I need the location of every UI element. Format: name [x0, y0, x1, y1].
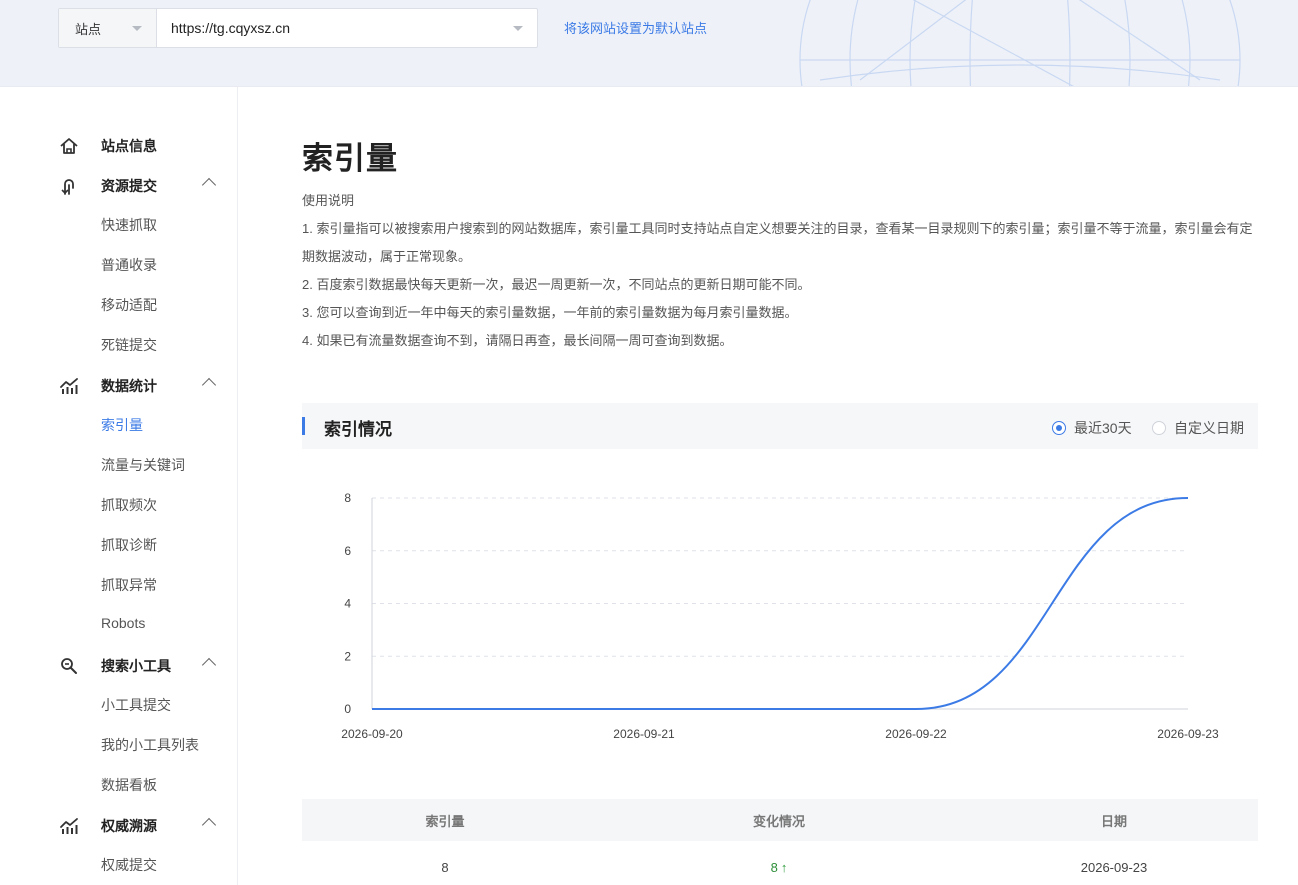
submit-icon — [58, 175, 80, 197]
radio-custom-date[interactable]: 自定义日期 — [1152, 418, 1244, 438]
chevron-up-icon[interactable] — [201, 657, 217, 673]
sidebar-item-data-board[interactable]: 数据看板 — [101, 775, 157, 795]
x-tick-label: 2026-09-20 — [341, 727, 403, 741]
site-url-value: https://tg.cqyxsz.cn — [171, 20, 291, 36]
column-header-change: 变化情况 — [752, 813, 805, 829]
sidebar-group-data-stats[interactable]: 数据统计 — [58, 374, 228, 398]
main-content: 索引量 使用说明 1. 索引量指可以被搜索用户搜索到的网站数据库，索引量工具同时… — [238, 87, 1298, 885]
cell-date: 2026-09-23 — [1080, 860, 1148, 875]
set-default-site-link[interactable]: 将该网站设置为默认站点 — [564, 18, 707, 37]
usage-title: 使用说明 — [302, 193, 355, 208]
sidebar-group-site-info[interactable]: 站点信息 — [58, 134, 228, 158]
arrow-up-icon: ↑ — [780, 860, 788, 875]
column-header-index: 索引量 — [425, 813, 465, 829]
sidebar-item-fast-crawl[interactable]: 快速抓取 — [101, 215, 157, 235]
sidebar-group-label: 站点信息 — [101, 138, 157, 154]
change-value: 8 — [770, 860, 778, 875]
section-title: 索引情况 — [324, 420, 392, 439]
chevron-up-icon[interactable] — [201, 177, 217, 193]
sidebar-item-crawl-frequency[interactable]: 抓取频次 — [101, 495, 157, 515]
sidebar-item-index-volume[interactable]: 索引量 — [101, 415, 143, 435]
y-tick-label: 4 — [344, 597, 351, 611]
stats-icon — [58, 375, 80, 397]
site-type-select[interactable]: 站点 — [59, 9, 157, 47]
sidebar-item-authority-submit[interactable]: 权威提交 — [101, 855, 157, 875]
sidebar-item-crawl-errors[interactable]: 抓取异常 — [101, 575, 157, 595]
sidebar-item-dead-link[interactable]: 死链提交 — [101, 335, 157, 355]
y-tick-label: 8 — [344, 491, 351, 505]
sidebar-group-label: 搜索小工具 — [101, 658, 171, 674]
top-header: 站点 https://tg.cqyxsz.cn 将该网站设置为默认站点 — [0, 0, 1298, 87]
y-tick-label: 6 — [344, 544, 351, 558]
caret-down-icon — [132, 26, 142, 31]
radio-label: 自定义日期 — [1174, 420, 1244, 436]
sidebar-group-authority[interactable]: 权威溯源 — [58, 814, 228, 838]
chevron-up-icon[interactable] — [201, 377, 217, 393]
usage-line: 1. 索引量指可以被搜索用户搜索到的网站数据库，索引量工具同时支持站点自定义想要… — [302, 221, 1253, 264]
sidebar-item-normal-index[interactable]: 普通收录 — [101, 255, 157, 275]
radio-dot-icon — [1052, 421, 1066, 435]
tool-icon — [58, 655, 80, 677]
sidebar-group-label: 权威溯源 — [101, 818, 157, 834]
index-line-chart: 0 2 4 6 8 2026-09-20 2026-09-21 2026-09-22 2026-… — [341, 491, 1219, 741]
caret-down-icon — [513, 26, 523, 31]
cell-index: 8 — [441, 860, 449, 875]
x-tick-label: 2026-09-21 — [613, 727, 675, 741]
authority-icon — [58, 815, 80, 837]
usage-line: 3. 您可以查询到近一年中每天的索引量数据，一年前的索引量数据为每月索引量数据。 — [302, 305, 798, 320]
usage-line: 4. 如果已有流量数据查询不到，请隔日再查，最长间隔一周可查询到数据。 — [302, 333, 733, 348]
site-picker: 站点 https://tg.cqyxsz.cn — [58, 8, 538, 48]
site-type-label: 站点 — [75, 21, 102, 37]
section-accent-bar — [302, 417, 305, 435]
cell-change: 8 ↑ — [588, 841, 970, 885]
radio-dot-icon — [1152, 421, 1166, 435]
radio-label: 最近30天 — [1074, 420, 1132, 436]
sidebar-group-resource-submit[interactable]: 资源提交 — [58, 174, 228, 198]
index-section-header: 索引情况 最近30天 自定义日期 — [302, 403, 1258, 449]
sidebar-item-robots[interactable]: Robots — [101, 615, 145, 631]
index-table: 索引量 变化情况 日期 8 8 ↑ 2026-09-23 — [302, 799, 1258, 885]
site-url-select[interactable]: https://tg.cqyxsz.cn — [157, 9, 537, 47]
y-tick-label: 0 — [344, 702, 351, 716]
globe-decoration — [799, 0, 1241, 86]
sidebar-item-my-tools[interactable]: 我的小工具列表 — [101, 735, 199, 755]
radio-recent-30-days[interactable]: 最近30天 — [1052, 418, 1132, 438]
x-tick-label: 2026-09-22 — [885, 727, 947, 741]
sidebar-group-label: 数据统计 — [101, 378, 157, 394]
home-icon — [58, 135, 80, 157]
sidebar-item-tool-submit[interactable]: 小工具提交 — [101, 695, 171, 715]
usage-instructions: 使用说明 1. 索引量指可以被搜索用户搜索到的网站数据库，索引量工具同时支持站点… — [302, 187, 1262, 355]
sidebar-group-search-tools[interactable]: 搜索小工具 — [58, 654, 228, 678]
sidebar-item-crawl-diagnosis[interactable]: 抓取诊断 — [101, 535, 157, 555]
column-header-date: 日期 — [1100, 813, 1127, 829]
sidebar-group-label: 资源提交 — [101, 178, 157, 194]
y-tick-label: 2 — [344, 649, 351, 663]
table-row: 8 8 ↑ 2026-09-23 — [302, 841, 1258, 885]
sidebar: 站点信息 资源提交 快速抓取 普通收录 移动适配 死链提交 数据统计 索引量 流… — [0, 87, 238, 885]
chevron-up-icon[interactable] — [201, 817, 217, 833]
usage-line: 2. 百度索引数据最快每天更新一次，最迟一周更新一次，不同站点的更新日期可能不同… — [302, 277, 811, 292]
x-tick-label: 2026-09-23 — [1157, 727, 1219, 741]
sidebar-item-traffic-keywords[interactable]: 流量与关键词 — [101, 455, 185, 475]
sidebar-item-mobile-adapt[interactable]: 移动适配 — [101, 295, 157, 315]
table-header: 索引量 变化情况 日期 — [302, 799, 1258, 841]
page-title: 索引量 — [302, 141, 398, 176]
